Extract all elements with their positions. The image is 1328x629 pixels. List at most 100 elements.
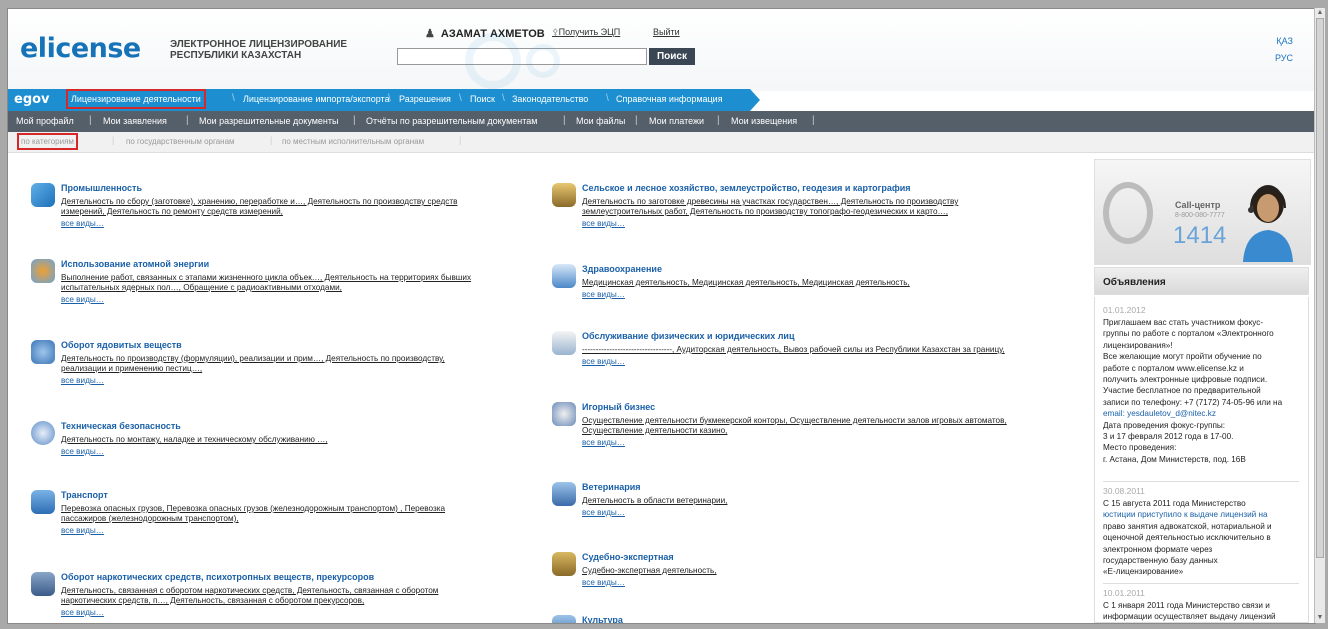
search-button[interactable]: Поиск (649, 48, 695, 65)
scroll-down-icon[interactable]: ▼ (1315, 613, 1325, 623)
sub-nav: Мой профайл | Мои заявления | Мои разреш… (8, 111, 1315, 132)
category-title[interactable]: Техническая безопасность (61, 421, 181, 431)
category-desc[interactable]: Перевозка опасных грузов, Перевозка опас… (61, 504, 445, 524)
egov-logo[interactable]: egov (14, 92, 50, 107)
nav-separator: \ (232, 93, 235, 104)
subnav-separator: | (717, 115, 720, 126)
announcement-text: Приглашаем вас стать участником фокус- г… (1103, 317, 1303, 465)
main-nav: egov Лицензирование деятельности \ Лицен… (8, 89, 1315, 111)
pills-icon (31, 572, 55, 596)
category-all-link[interactable]: все виды… (582, 219, 625, 228)
category-all-link[interactable]: все виды… (582, 290, 625, 299)
industry-icon (31, 183, 55, 207)
subnav-files[interactable]: Мои файлы (576, 116, 625, 126)
category-filter-nav: по категориям | по государственным орган… (8, 132, 1315, 153)
nav-separator: \ (459, 93, 462, 104)
subnav-notices[interactable]: Мои извещения (731, 116, 797, 126)
category-desc[interactable]: Деятельность по производству (формуляции… (61, 354, 445, 374)
lang-kaz-link[interactable]: ҚАЗ (1276, 36, 1293, 46)
category-all-link[interactable]: все виды… (61, 608, 104, 617)
egov-watermark-icon (465, 33, 560, 89)
category-title[interactable]: Ветеринария (582, 482, 641, 492)
lang-rus-link[interactable]: РУС (1275, 53, 1293, 63)
logo-subtitle: ЭЛЕКТРОННОЕ ЛИЦЕНЗИРОВАНИЕ РЕСПУБЛИКИ КА… (170, 39, 347, 61)
chemistry-icon (31, 340, 55, 364)
call-center-banner[interactable]: Call-центр 8-800-080-7777 1414 (1094, 159, 1311, 265)
category-all-link[interactable]: все виды… (582, 578, 625, 587)
house-icon (552, 482, 576, 506)
nav-import-export[interactable]: Лицензирование импорта/экспорта (243, 94, 390, 104)
scroll-up-icon[interactable]: ▲ (1315, 8, 1325, 18)
category-title[interactable]: Здравоохранение (582, 264, 662, 274)
announcements-title: Объявления (1103, 277, 1166, 288)
scales-icon (552, 552, 576, 576)
filter-by-category[interactable]: по категориям (17, 133, 78, 150)
document-icon (552, 331, 576, 355)
site-header: elicense ЭЛЕКТРОННОЕ ЛИЦЕНЗИРОВАНИЕ РЕСП… (8, 9, 1315, 91)
subnav-profile[interactable]: Мой профайл (16, 116, 74, 126)
logo-subtitle-line-2: РЕСПУБЛИКИ КАЗАХСТАН (170, 50, 302, 61)
nav-permits[interactable]: Разрешения (399, 94, 451, 104)
category-all-link[interactable]: все виды… (61, 295, 104, 304)
logout-link[interactable]: Выйти (653, 27, 680, 37)
category-title[interactable]: Использование атомной энергии (61, 259, 209, 269)
category-title[interactable]: Оборот ядовитых веществ (61, 340, 182, 350)
announcements-panel: 01.01.2012 Приглашаем вас стать участник… (1094, 297, 1309, 623)
category-all-link[interactable]: все виды… (61, 219, 104, 228)
category-all-link[interactable]: все виды… (61, 376, 104, 385)
nav-search[interactable]: Поиск (470, 94, 495, 104)
filter-separator: | (270, 135, 273, 145)
subnav-separator: | (89, 115, 92, 126)
category-desc[interactable]: Выполнение работ, связанных с этапами жи… (61, 273, 471, 293)
category-desc[interactable]: ---------------------------------, Аудит… (582, 345, 1005, 355)
category-all-link[interactable]: все виды… (582, 508, 625, 517)
nav-reference[interactable]: Справочная информация (616, 94, 723, 104)
category-desc[interactable]: Осуществление деятельности букмекерской … (582, 416, 1007, 436)
category-desc[interactable]: Деятельность по монтажу, наладке и техни… (61, 435, 328, 445)
category-desc[interactable]: Судебно-экспертная деятельность, (582, 566, 717, 576)
category-desc[interactable]: Деятельность по заготовке древесины на у… (582, 197, 958, 217)
category-desc[interactable]: Медицинская деятельность, Медицинская де… (582, 278, 910, 288)
subnav-applications[interactable]: Мои заявления (103, 116, 167, 126)
safety-icon (31, 421, 55, 445)
announcement-date: 10.01.2011 (1103, 588, 1145, 598)
announcement-divider (1103, 481, 1299, 482)
culture-icon (552, 615, 576, 623)
announcement-divider (1103, 583, 1299, 584)
nav-legislation[interactable]: Законодательство (512, 94, 588, 104)
atom-icon (31, 259, 55, 283)
category-title[interactable]: Сельское и лесное хозяйство, землеустрой… (582, 183, 911, 193)
category-title[interactable]: Транспорт (61, 490, 108, 500)
announcement-date: 01.01.2012 (1103, 305, 1146, 315)
category-title[interactable]: Обслуживание физических и юридических ли… (582, 331, 794, 341)
subnav-permit-docs[interactable]: Мои разрешительные документы (199, 116, 339, 126)
call-center-title: Call-центр (1175, 200, 1221, 210)
category-all-link[interactable]: все виды… (61, 526, 104, 535)
nav-licensing-activity[interactable]: Лицензирование деятельности (66, 89, 206, 109)
category-desc[interactable]: Деятельность по сбору (заготовке), хране… (61, 197, 457, 217)
announcement-ministry-link[interactable]: юстиции приступило к выдаче лицензий на (1103, 509, 1303, 520)
filter-by-gov-body[interactable]: по государственным органам (126, 137, 235, 146)
category-title[interactable]: Судебно-экспертная (582, 552, 674, 562)
logo-text: elicense (20, 33, 141, 64)
category-title[interactable]: Промышленность (61, 183, 142, 193)
category-all-link[interactable]: все виды… (582, 357, 625, 366)
category-all-link[interactable]: все виды… (582, 438, 625, 447)
announcement-email-link[interactable]: email: yesdauletov_d@nitec.kz (1103, 408, 1303, 419)
subnav-reports[interactable]: Отчёты по разрешительным документам (366, 116, 537, 126)
logo-subtitle-line-1: ЭЛЕКТРОННОЕ ЛИЦЕНЗИРОВАНИЕ (170, 39, 348, 50)
category-title[interactable]: Игорный бизнес (582, 402, 655, 412)
category-all-link[interactable]: все виды… (61, 447, 104, 456)
filter-separator: | (459, 135, 462, 145)
subnav-payments[interactable]: Мои платежи (649, 116, 704, 126)
category-title[interactable]: Культура (582, 615, 623, 623)
page-scrollbar[interactable]: ▲ ▼ (1314, 8, 1325, 623)
announcements-header: Объявления (1094, 267, 1309, 295)
category-title[interactable]: Оборот наркотических средств, психотропн… (61, 572, 374, 582)
scroll-thumb[interactable] (1316, 18, 1324, 558)
operator-avatar (1243, 185, 1293, 262)
category-desc[interactable]: Деятельность, связанная с оборотом нарко… (61, 586, 438, 606)
category-desc[interactable]: Деятельность в области ветеринарии, (582, 496, 727, 506)
elicense-logo[interactable]: elicense (20, 33, 141, 64)
filter-by-local-body[interactable]: по местным исполнительным органам (282, 137, 424, 146)
